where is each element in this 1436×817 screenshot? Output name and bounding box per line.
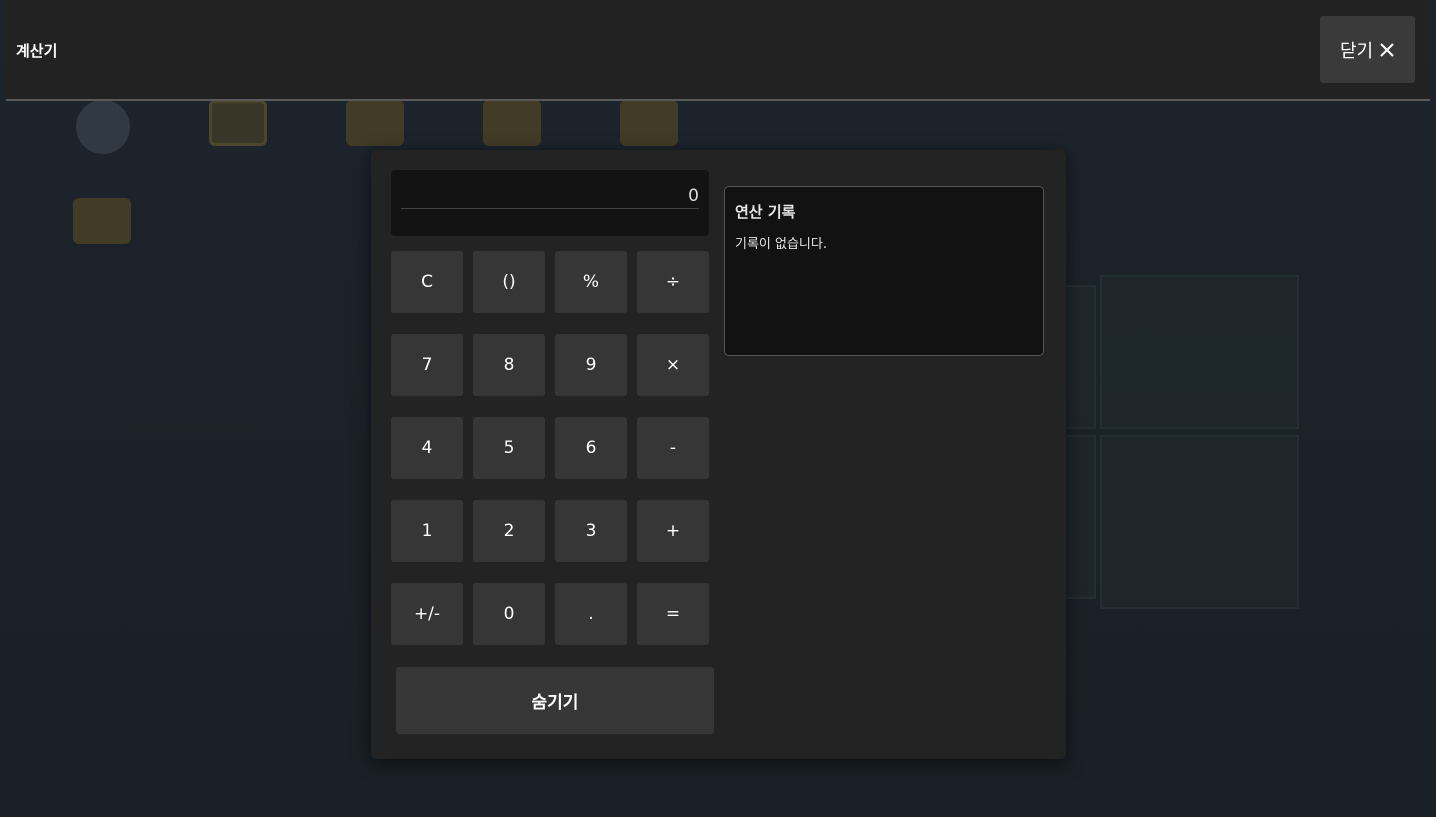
key-2[interactable]: 2 [473, 500, 545, 562]
key-decimal[interactable]: . [555, 583, 627, 645]
folder-icon [346, 100, 404, 146]
close-label: 닫기 [1339, 40, 1374, 62]
title-bar: 계산기 닫기 [6, 0, 1430, 101]
key-0[interactable]: 0 [473, 583, 545, 645]
key-8[interactable]: 8 [473, 334, 545, 396]
desktop-icon[interactable] [467, 100, 557, 156]
key-negate[interactable]: +/- [391, 583, 463, 645]
book-icon [209, 100, 267, 146]
key-percent[interactable]: % [555, 251, 627, 313]
folder-icon [620, 100, 678, 146]
folder-icon [483, 100, 541, 146]
key-multiply[interactable]: × [637, 334, 709, 396]
windows-logo-wallpaper [1060, 255, 1305, 615]
key-divide[interactable]: ÷ [637, 251, 709, 313]
key-1[interactable]: 1 [391, 500, 463, 562]
desktop-icon[interactable] [58, 100, 148, 164]
close-icon [1380, 42, 1394, 57]
key-9[interactable]: 9 [555, 334, 627, 396]
close-button[interactable]: 닫기 [1320, 16, 1415, 83]
history-panel: 연산 기록 기록이 없습니다. [724, 186, 1044, 356]
folder-icon [73, 198, 131, 244]
key-parentheses[interactable]: () [473, 251, 545, 313]
key-7[interactable]: 7 [391, 334, 463, 396]
desktop-icon[interactable] [330, 100, 420, 156]
key-5[interactable]: 5 [473, 417, 545, 479]
display-panel [391, 170, 709, 236]
app-title: 계산기 [16, 42, 58, 60]
key-clear[interactable]: C [391, 251, 463, 313]
key-6[interactable]: 6 [555, 417, 627, 479]
desktop-icon[interactable] [604, 100, 694, 156]
key-subtract[interactable]: - [637, 417, 709, 479]
app-icon [76, 100, 130, 154]
desktop-icon[interactable] [193, 100, 283, 156]
desktop-icon[interactable] [57, 198, 147, 254]
calculator-window: C () % ÷ 7 8 9 × 4 5 6 - 1 2 3 + +/- 0 .… [371, 150, 1066, 759]
key-3[interactable]: 3 [555, 500, 627, 562]
key-equals[interactable]: = [637, 583, 709, 645]
history-title: 연산 기록 [735, 203, 796, 221]
history-empty-text: 기록이 없습니다. [735, 237, 827, 252]
key-add[interactable]: + [637, 500, 709, 562]
hide-button[interactable]: 숨기기 [396, 667, 714, 734]
key-4[interactable]: 4 [391, 417, 463, 479]
display-input[interactable] [401, 184, 699, 209]
